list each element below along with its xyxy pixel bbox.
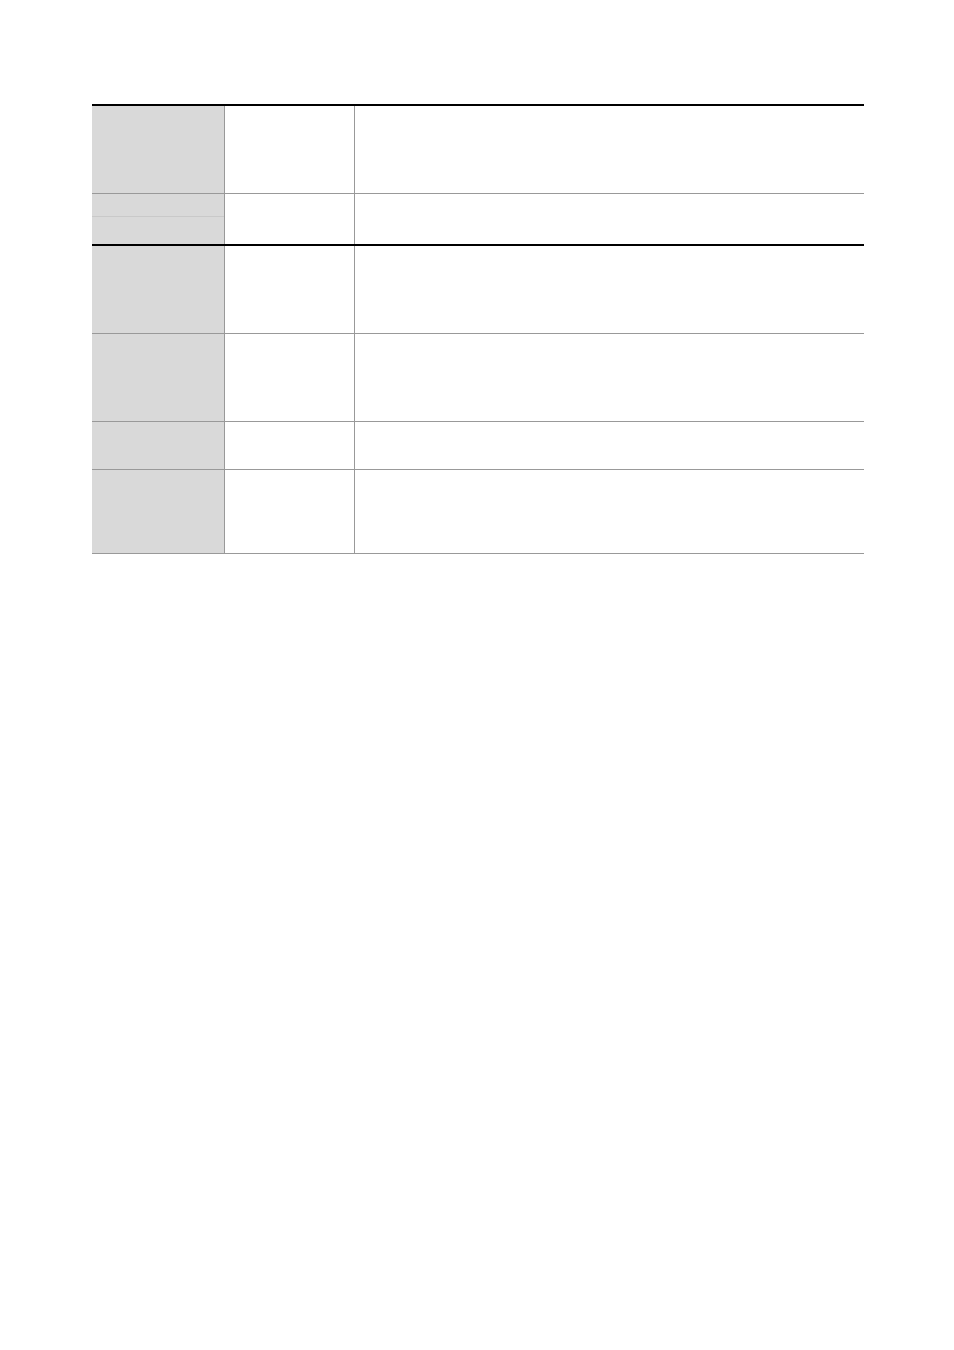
data-table [92, 104, 864, 554]
table-row [92, 333, 864, 421]
table-row [92, 421, 864, 469]
cell [224, 193, 354, 245]
table-row [92, 245, 864, 333]
cell-label [92, 193, 224, 245]
cell-label [92, 105, 224, 193]
cell [224, 333, 354, 421]
cell [354, 245, 864, 333]
cell-label [92, 421, 224, 469]
cell [224, 245, 354, 333]
cell-label [92, 245, 224, 333]
table-row [92, 469, 864, 553]
cell [354, 333, 864, 421]
table-row [92, 193, 864, 245]
cell [224, 469, 354, 553]
cell-label [92, 333, 224, 421]
cell [354, 193, 864, 245]
table-row [92, 105, 864, 193]
cell [224, 421, 354, 469]
page [0, 0, 954, 554]
cell [354, 469, 864, 553]
cell [224, 105, 354, 193]
cell [354, 105, 864, 193]
cell [354, 421, 864, 469]
cell-label [92, 469, 224, 553]
